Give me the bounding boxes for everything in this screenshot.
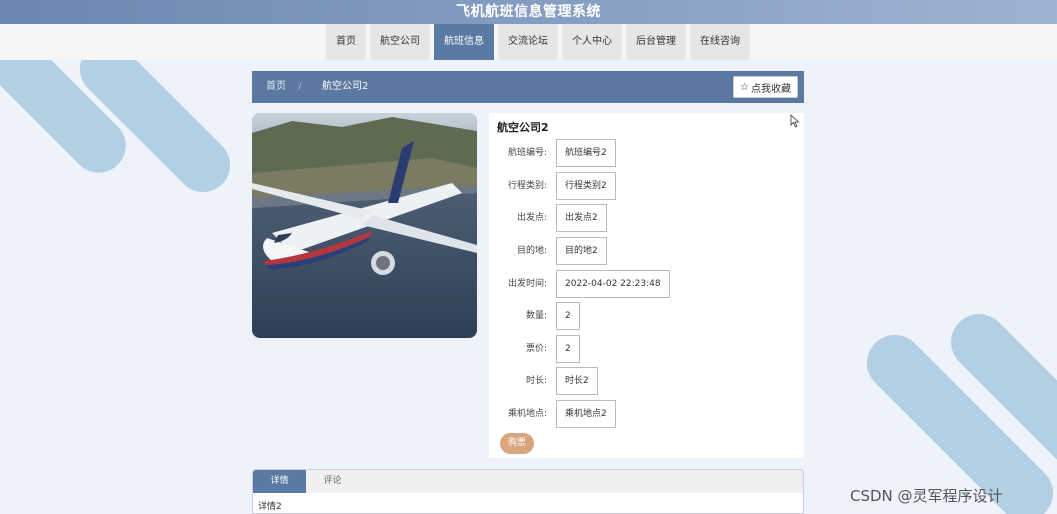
- mouse-cursor-icon: [790, 113, 800, 132]
- breadcrumb-home[interactable]: 首页: [266, 71, 286, 103]
- main-nav: 首页 航空公司 航班信息 交流论坛 个人中心 后台管理 在线咨询: [0, 24, 1057, 60]
- site-title: 飞机航班信息管理系统: [456, 4, 601, 20]
- field-label: 票价:: [525, 344, 547, 354]
- flight-detail-panel: 航空公司2 航班编号: 航班编号2 行程类别: 行程类别2 出发点: 出发点2 …: [489, 113, 804, 458]
- tab-details[interactable]: 详情: [253, 470, 306, 493]
- breadcrumb-separator: /: [298, 81, 302, 92]
- breadcrumb: 首页 / 航空公司2 ☆ 点我收藏: [252, 71, 804, 103]
- nav-item-profile[interactable]: 个人中心: [562, 24, 622, 60]
- field-value: 航班编号2: [556, 139, 616, 167]
- buy-ticket-button[interactable]: 购票: [500, 433, 534, 454]
- field-label: 航班编号:: [507, 148, 547, 158]
- flight-image: [252, 113, 477, 338]
- field-value: 2: [556, 302, 580, 330]
- nav-item-airlines[interactable]: 航空公司: [370, 24, 430, 60]
- field-value: 目的地2: [556, 237, 607, 265]
- favorite-label: 点我收藏: [751, 83, 791, 95]
- field-label: 行程类别:: [507, 181, 547, 191]
- detail-tabs: 详情 评论 详情2: [252, 469, 804, 514]
- field-value: 行程类别2: [556, 172, 616, 200]
- field-value: 出发点2: [556, 204, 607, 232]
- breadcrumb-current: 航空公司2: [322, 81, 369, 92]
- watermark: CSDN @灵军程序设计: [850, 487, 1003, 505]
- site-header: 飞机航班信息管理系统: [0, 0, 1057, 24]
- field-label: 数量:: [525, 311, 547, 321]
- field-value: 2: [556, 335, 580, 363]
- field-value: 乘机地点2: [556, 400, 616, 428]
- field-value: 时长2: [556, 367, 598, 395]
- tab-comments[interactable]: 评论: [306, 470, 359, 493]
- nav-item-home[interactable]: 首页: [326, 24, 366, 60]
- star-outline-icon: ☆: [740, 81, 749, 93]
- field-value: 2022-04-02 22:23:48: [556, 270, 670, 298]
- field-label: 时长:: [525, 376, 547, 386]
- field-label: 出发点:: [516, 213, 547, 223]
- nav-item-flights[interactable]: 航班信息: [434, 24, 494, 60]
- nav-item-consult[interactable]: 在线咨询: [690, 24, 750, 60]
- field-label: 出发时间:: [507, 279, 547, 289]
- tab-content: 详情2: [258, 502, 282, 512]
- field-label: 目的地:: [516, 246, 547, 256]
- flight-detail-title: 航空公司2: [497, 121, 549, 134]
- field-label: 乘机地点:: [507, 409, 547, 419]
- nav-item-admin[interactable]: 后台管理: [626, 24, 686, 60]
- nav-item-forum[interactable]: 交流论坛: [498, 24, 558, 60]
- favorite-button[interactable]: ☆ 点我收藏: [733, 76, 798, 98]
